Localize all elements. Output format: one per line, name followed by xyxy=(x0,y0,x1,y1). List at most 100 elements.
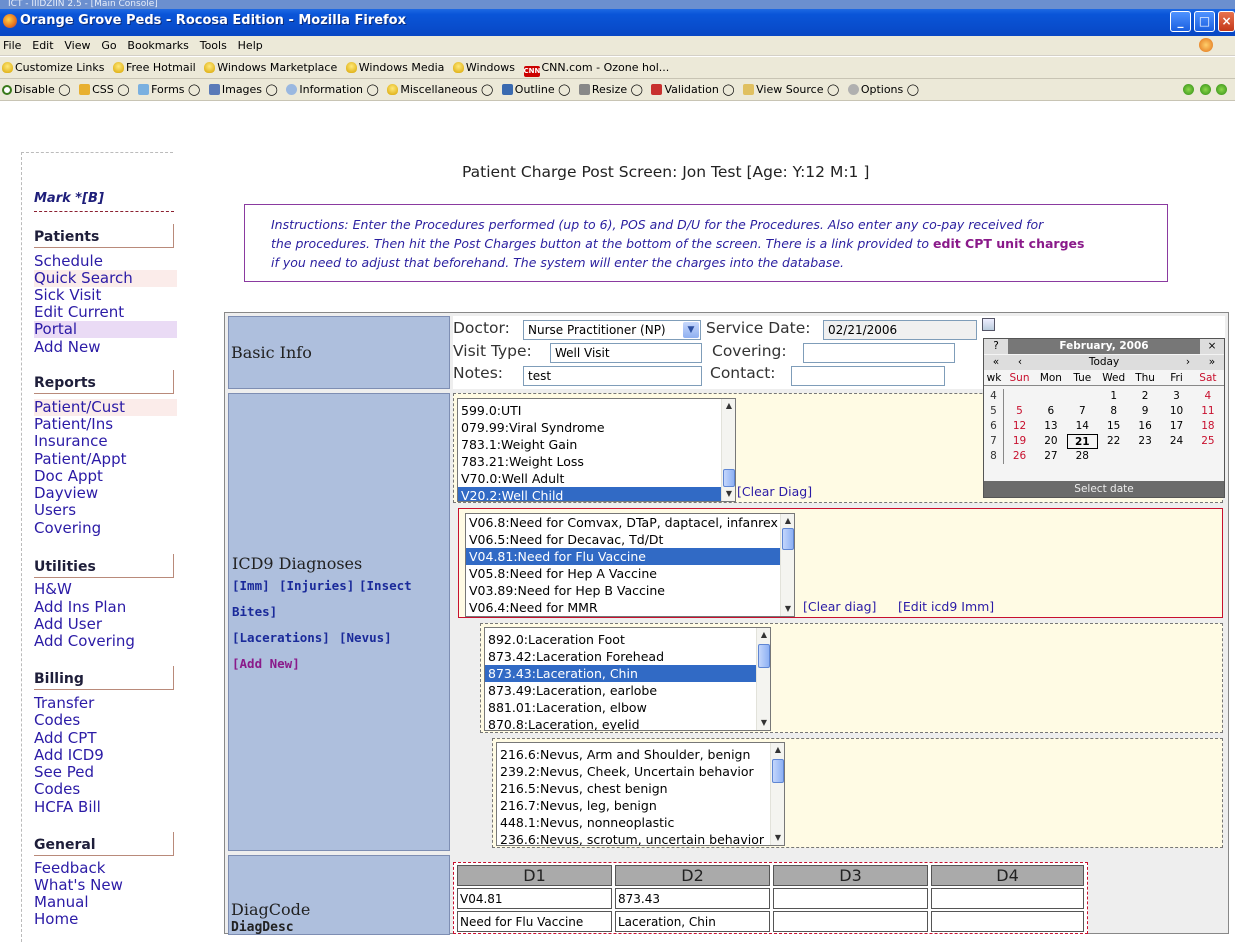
calendar-day[interactable]: 9 xyxy=(1130,404,1161,419)
nav-dayview[interactable]: Dayview xyxy=(34,485,177,502)
diag-desc-d4[interactable] xyxy=(931,911,1084,932)
service-date-field[interactable]: 02/21/2006 xyxy=(823,320,977,340)
nevus-link[interactable]: [Nevus] xyxy=(339,630,392,645)
diag-code-d2[interactable]: 873.43 xyxy=(615,888,770,909)
scroll-up-icon[interactable]: ▲ xyxy=(723,400,735,412)
menu-view[interactable]: View xyxy=(61,36,94,52)
nav-add-cpt[interactable]: Add CPT xyxy=(34,730,177,747)
calendar-day[interactable]: 15 xyxy=(1098,419,1129,434)
calendar-day[interactable]: 20 xyxy=(1035,434,1066,449)
list-item[interactable]: V05.8:Need for Hep A Vaccine xyxy=(466,565,794,582)
scroll-down-icon[interactable]: ▼ xyxy=(772,832,784,844)
menu-file[interactable]: File xyxy=(0,36,25,52)
diag-code-d3[interactable] xyxy=(773,888,928,909)
calendar-day[interactable]: 21 xyxy=(1066,434,1098,449)
nav-add-covering[interactable]: Add Covering xyxy=(34,633,177,650)
diag-desc-d3[interactable] xyxy=(773,911,928,932)
list-item[interactable]: V06.8:Need for Comvax, DTaP, daptacel, i… xyxy=(466,514,794,531)
nav-add-ins-plan[interactable]: Add Ins Plan xyxy=(34,599,177,616)
nav-patient-ins[interactable]: Patient/Ins xyxy=(34,416,177,433)
calendar-day[interactable]: 26 xyxy=(1004,449,1035,464)
scroll-thumb[interactable] xyxy=(723,469,735,487)
general-diag-list[interactable]: 599.0:UTI 079.99:Viral Syndrome 783.1:We… xyxy=(457,398,736,502)
calendar-day[interactable]: 19 xyxy=(1004,434,1035,449)
nav-home[interactable]: Home xyxy=(34,911,177,928)
calendar-day[interactable]: 8 xyxy=(1098,404,1129,419)
calendar-day[interactable]: 5 xyxy=(1004,404,1035,419)
devbar-validation[interactable]: Validation ◯ xyxy=(649,79,737,96)
diag-desc-d1[interactable]: Need for Flu Vaccine xyxy=(457,911,612,932)
nav-h-and-w[interactable]: H&W xyxy=(34,581,177,598)
nav-users[interactable]: Users xyxy=(34,502,177,519)
calendar-day[interactable]: 11 xyxy=(1192,404,1223,419)
list-item[interactable]: 216.5:Nevus, chest benign xyxy=(497,780,784,797)
link-customize[interactable]: Customize Links xyxy=(0,57,108,74)
list-item[interactable]: 239.2:Nevus, Cheek, Uncertain behavior xyxy=(497,763,784,780)
menu-tools[interactable]: Tools xyxy=(197,36,231,52)
list-item[interactable]: 599.0:UTI xyxy=(458,402,735,419)
nav-transfer[interactable]: Transfer xyxy=(34,695,177,712)
list-item[interactable]: V70.0:Well Adult xyxy=(458,470,735,487)
calendar-icon[interactable] xyxy=(982,318,995,331)
scrollbar[interactable]: ▲ ▼ xyxy=(756,628,770,730)
scroll-thumb[interactable] xyxy=(782,528,794,550)
nav-patient-cust[interactable]: Patient/Cust xyxy=(34,399,177,416)
list-item[interactable]: 881.01:Laceration, elbow xyxy=(485,699,770,716)
menu-go[interactable]: Go xyxy=(98,36,120,52)
calendar-day[interactable]: 3 xyxy=(1161,389,1192,404)
nav-whats-new[interactable]: What's New xyxy=(34,877,177,894)
nav-add-new[interactable]: Add New xyxy=(34,339,177,356)
scroll-up-icon[interactable]: ▲ xyxy=(772,744,784,756)
injuries-link[interactable]: [Injuries] xyxy=(279,578,354,593)
calendar-day[interactable]: 10 xyxy=(1161,404,1192,419)
list-item[interactable]: 448.1:Nevus, nonneoplastic xyxy=(497,814,784,831)
edit-icd9-imm-link[interactable]: [Edit icd9 Imm] xyxy=(898,599,994,614)
calendar-day[interactable]: 27 xyxy=(1035,449,1066,464)
calendar-month-title[interactable]: February, 2006 xyxy=(1008,339,1200,354)
prev-year-button[interactable]: « xyxy=(984,355,1008,370)
calendar-help-button[interactable]: ? xyxy=(984,339,1008,354)
nav-quick-search[interactable]: Quick Search xyxy=(34,270,177,287)
covering-field[interactable] xyxy=(803,343,955,363)
link-media[interactable]: Windows Media xyxy=(344,57,448,74)
next-month-button[interactable]: › xyxy=(1176,355,1200,370)
list-item[interactable]: V06.5:Need for Decavac, Td/Dt xyxy=(466,531,794,548)
nav-covering[interactable]: Covering xyxy=(34,520,177,537)
scroll-down-icon[interactable]: ▼ xyxy=(758,717,770,729)
calendar-day[interactable]: 12 xyxy=(1004,419,1035,434)
calendar-day[interactable]: 4 xyxy=(1192,389,1223,404)
clear-diag-imm-link[interactable]: [Clear diag] xyxy=(803,599,876,614)
scrollbar[interactable]: ▲ ▼ xyxy=(770,743,784,845)
clear-diag-link[interactable]: [Clear Diag] xyxy=(737,484,812,499)
next-year-button[interactable]: » xyxy=(1200,355,1224,370)
menu-edit[interactable]: Edit xyxy=(29,36,57,52)
nav-schedule[interactable]: Schedule xyxy=(34,253,177,270)
calendar-day[interactable]: 6 xyxy=(1035,404,1066,419)
calendar-day[interactable]: 22 xyxy=(1098,434,1129,449)
link-cnn[interactable]: CNN.com - Ozone hol... xyxy=(522,57,673,77)
devbar-css[interactable]: CSS ◯ xyxy=(77,79,132,96)
maximize-button[interactable]: □ xyxy=(1194,11,1215,32)
calendar-day[interactable]: 16 xyxy=(1130,419,1161,434)
scroll-down-icon[interactable]: ▼ xyxy=(723,488,735,500)
calendar-day[interactable]: 28 xyxy=(1067,449,1098,464)
devbar-resize[interactable]: Resize ◯ xyxy=(577,79,646,96)
list-item[interactable]: 873.49:Laceration, earlobe xyxy=(485,682,770,699)
diag-code-d1[interactable]: V04.81 xyxy=(457,888,612,909)
edit-cpt-unit-charges-link[interactable]: edit CPT unit charges xyxy=(933,236,1084,251)
minimize-button[interactable]: _ xyxy=(1170,11,1191,32)
devbar-information[interactable]: Information ◯ xyxy=(284,79,382,96)
menu-bookmarks[interactable]: Bookmarks xyxy=(124,36,192,52)
link-hotmail[interactable]: Free Hotmail xyxy=(111,57,199,74)
nevus-diag-list[interactable]: 216.6:Nevus, Arm and Shoulder, benign 23… xyxy=(496,742,785,846)
current-user[interactable]: Mark *[B] xyxy=(34,191,104,206)
calendar-day[interactable]: 13 xyxy=(1035,419,1066,434)
nav-doc-appt[interactable]: Doc Appt xyxy=(34,468,177,485)
calendar-day[interactable]: 17 xyxy=(1161,419,1192,434)
nav-feedback[interactable]: Feedback xyxy=(34,860,177,877)
calendar-day[interactable]: 14 xyxy=(1067,419,1098,434)
nav-insurance[interactable]: Insurance xyxy=(34,433,177,450)
scroll-thumb[interactable] xyxy=(758,644,770,668)
scroll-up-icon[interactable]: ▲ xyxy=(758,629,770,641)
list-item[interactable]: 783.1:Weight Gain xyxy=(458,436,735,453)
